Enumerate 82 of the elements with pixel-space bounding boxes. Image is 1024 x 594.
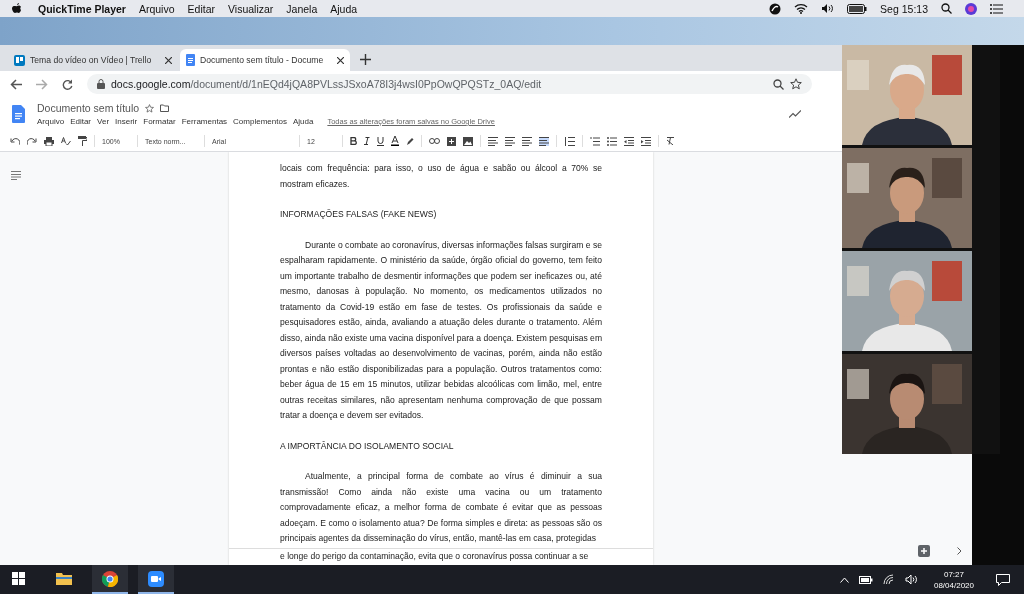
taskbar-date[interactable]: 08/04/2020 [933, 579, 974, 591]
menu-item[interactable]: Ajuda [292, 117, 314, 126]
align-left-icon[interactable] [488, 136, 498, 146]
address-field[interactable]: docs.google.com/document/d/1nEQd4jQA8PVLssJSxoA78I3j4wsI0PpOwQPQSTz_0AQ/edit [87, 74, 812, 94]
redo-icon[interactable] [27, 137, 37, 145]
close-icon[interactable] [337, 56, 344, 64]
browser-icon[interactable] [102, 570, 118, 587]
wifi-icon[interactable] [794, 3, 809, 14]
chevron-up-icon[interactable] [839, 576, 849, 583]
board-icon [14, 54, 25, 66]
volume-icon[interactable] [904, 574, 918, 585]
zoom-icon[interactable] [773, 78, 784, 90]
close-icon[interactable] [165, 56, 172, 64]
docs-logo-icon[interactable] [12, 105, 25, 123]
document-title[interactable]: Documento sem título [37, 102, 140, 114]
highlighter-icon[interactable] [406, 136, 414, 146]
italic-icon[interactable] [364, 137, 370, 145]
volume-icon[interactable] [821, 3, 835, 14]
taskbar-time[interactable]: 07:27 [943, 568, 964, 580]
clear-format-icon[interactable] [666, 137, 675, 145]
menu-item[interactable]: Visualizar [228, 2, 274, 15]
notification-icon[interactable] [996, 573, 1010, 586]
menu-item[interactable]: Editar [187, 2, 215, 15]
app-menu[interactable]: QuickTime Player [38, 2, 126, 15]
menu-item[interactable]: Arquivo [138, 2, 175, 15]
paragraph: Durante o combate ao coronavírus, diversas informações falsas surgiram e se espalharam rapidamente. O ministério da saúde, órgão oficial do governo, tem feito um importante trabalho de desmentir informações que podem ser ineficazes ou, até mesmo, danosas à população. No momento, os medicamentos utilizados no tratamento da Covid-19 estão em fase de testes. Os profissionais da saúde e pesquisadores estão, ainda, avaliando a atuação deles durante o tratamento. Além disso, ainda não existe uma vacina disponível para a doença. Existem pesquisas em diversos países voltadas ao desenvolvimento de vacinas, porém, ainda não estão prontas e não estão disponibilizadas para a população. Outros tratamentos como: beber água de 15 em 15 minutos, utilizar bebidas alcoólicas com limão, mel, entre outras receitas similares, não apresentam nenhuma comprovação de que possam tratar a doença e devem ser evitados. [280, 238, 602, 422]
menu-item[interactable]: Janela [286, 2, 318, 15]
link-icon[interactable] [429, 138, 440, 144]
video-camera-icon[interactable] [148, 570, 164, 587]
decrease-indent-icon[interactable] [624, 136, 634, 146]
bold-icon[interactable] [350, 137, 357, 145]
back-icon[interactable] [10, 78, 22, 90]
folder-icon[interactable] [56, 572, 72, 585]
print-icon[interactable] [44, 136, 54, 146]
increase-indent-icon[interactable] [641, 136, 651, 146]
underline-icon[interactable] [377, 136, 384, 146]
menu-item[interactable]: Ver [97, 117, 110, 126]
image-icon[interactable] [463, 136, 473, 146]
section-heading: INFORMAÇÕES FALSAS (FAKE NEWS) [280, 208, 438, 221]
menu-item[interactable]: Inserir [115, 117, 138, 126]
menu-item[interactable]: Editar [70, 117, 92, 126]
lock-icon [97, 79, 105, 89]
paragraph: e longe do perigo da contaminação, evita que o coronavírus possa continuar a se [280, 549, 590, 563]
star-icon[interactable] [790, 78, 802, 90]
star-icon[interactable] [145, 103, 155, 113]
apple-icon[interactable] [12, 2, 22, 15]
battery-icon[interactable] [858, 575, 873, 584]
outline-icon[interactable] [11, 171, 21, 180]
align-center-icon[interactable] [505, 136, 515, 146]
paragraph: locais com frequência: para isso, o uso de água e sabão ou álcool a 70% se mostram eficazes. [280, 162, 602, 191]
numbered-list-icon[interactable] [590, 136, 600, 146]
paint-format-icon[interactable] [78, 136, 87, 146]
siri-icon[interactable] [965, 2, 977, 15]
document-icon [186, 54, 195, 66]
chevron-right-icon[interactable] [957, 547, 962, 555]
search-icon[interactable] [941, 3, 952, 14]
folder-icon[interactable] [160, 104, 170, 112]
spellcheck-icon[interactable] [61, 136, 71, 146]
bulleted-list-icon[interactable] [607, 136, 617, 146]
section-heading: A IMPORTÂNCIA DO ISOLAMENTO SOCIAL [280, 439, 455, 453]
line-spacing-icon[interactable] [564, 136, 575, 146]
menu-item[interactable]: Formatar [143, 117, 176, 126]
menu-item[interactable]: Ajuda [330, 2, 358, 15]
status-icon[interactable] [769, 2, 782, 15]
undo-icon[interactable] [10, 137, 20, 145]
menu-item[interactable]: Ferramentas [181, 117, 228, 126]
battery-icon[interactable] [847, 3, 868, 14]
new-tab-icon[interactable] [360, 54, 371, 65]
browser-tab[interactable]: Tema do vídeo on Vídeo | Trello [8, 49, 178, 71]
justify-icon[interactable] [539, 136, 549, 146]
list-icon[interactable] [990, 3, 1003, 14]
text-color-icon[interactable] [391, 136, 399, 146]
trend-icon[interactable] [789, 110, 801, 118]
explore-icon[interactable] [918, 545, 930, 557]
menu-item[interactable]: Complementos [233, 117, 287, 126]
menu-item[interactable]: Arquivo [37, 117, 65, 126]
menubar-clock[interactable]: Seg 15:13 [880, 2, 928, 15]
browser-tab[interactable]: Documento sem título - Docume [180, 49, 350, 71]
align-right-icon[interactable] [522, 136, 532, 146]
comment-icon[interactable] [447, 136, 456, 146]
start-icon[interactable] [11, 572, 25, 585]
reload-icon[interactable] [62, 78, 73, 90]
